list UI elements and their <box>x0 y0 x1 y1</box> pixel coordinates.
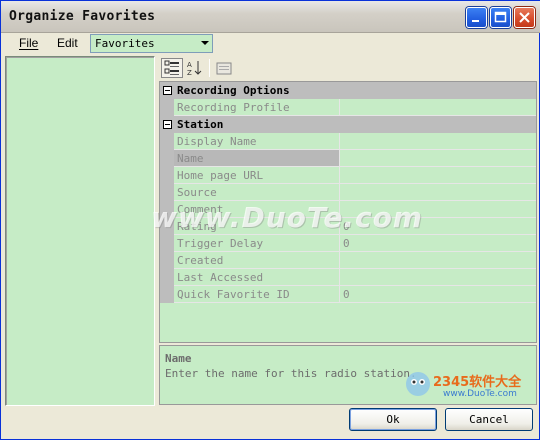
watermark-brand-text: 2345软件大全 <box>433 375 522 390</box>
property-name: Home page URL <box>177 169 264 182</box>
title-bar[interactable]: Organize Favorites <box>1 1 540 33</box>
toolbar-separator <box>209 59 210 77</box>
property-row-last-accessed[interactable]: Last Accessed <box>160 269 536 286</box>
property-row-trigger-delay[interactable]: Trigger Delay 0 <box>160 235 536 252</box>
favorites-tree-pane[interactable] <box>5 56 155 406</box>
property-row-quick-favorite-id[interactable]: Quick Favorite ID 0 <box>160 286 536 303</box>
category-label: Recording Options <box>177 84 290 97</box>
svg-text:Z: Z <box>187 69 192 76</box>
category-recording-options[interactable]: Recording Options <box>160 82 536 99</box>
property-name: Trigger Delay <box>177 237 264 250</box>
category-label: Station <box>177 118 224 131</box>
mascot-icon <box>406 372 430 396</box>
minimize-icon <box>472 20 479 22</box>
property-name: Last Accessed <box>177 271 264 284</box>
menu-edit-label: Edit <box>57 36 78 50</box>
close-button[interactable] <box>514 7 535 28</box>
property-row-source[interactable]: Source <box>160 184 536 201</box>
property-name: Quick Favorite ID <box>177 288 290 301</box>
property-pages-icon <box>216 62 232 75</box>
watermark-url-text: www.DuoTe.com <box>443 389 517 399</box>
description-text: Enter the name for this radio station. <box>165 367 417 380</box>
category-station[interactable]: Station <box>160 116 536 133</box>
property-grid-toolbar: A Z <box>159 56 537 80</box>
maximize-icon <box>494 11 507 23</box>
collapse-toggle-icon[interactable] <box>163 86 172 95</box>
organize-favorites-window: Organize Favorites File Edit Favorites A… <box>0 0 540 440</box>
chevron-down-icon <box>201 41 209 45</box>
categorized-icon <box>164 60 179 75</box>
collapse-toggle-icon[interactable] <box>163 120 172 129</box>
categorized-view-button[interactable] <box>161 58 183 78</box>
property-row-display-name[interactable]: Display Name <box>160 133 536 150</box>
view-select-value: Favorites <box>95 37 155 50</box>
property-name: Created <box>177 254 224 267</box>
property-name: Name <box>177 152 204 165</box>
sort-az-icon: A Z <box>187 61 202 76</box>
menu-edit[interactable]: Edit <box>57 36 78 50</box>
minimize-button[interactable] <box>466 7 487 28</box>
property-row-home-page-url[interactable]: Home page URL <box>160 167 536 184</box>
property-name: Display Name <box>177 135 257 148</box>
maximize-button[interactable] <box>490 7 511 28</box>
property-row-name[interactable]: Name <box>160 150 536 167</box>
svg-text:A: A <box>187 61 192 69</box>
view-select-dropdown-button[interactable] <box>198 35 212 52</box>
property-name: Source <box>177 186 217 199</box>
window-title: Organize Favorites <box>9 9 156 24</box>
description-title: Name <box>165 352 192 365</box>
property-pages-button[interactable] <box>213 58 235 78</box>
alphabetical-sort-button[interactable]: A Z <box>184 58 206 78</box>
watermark-duote: www.DuoTe.com <box>151 201 423 234</box>
watermark-2345-logo: 2345软件大全 www.DuoTe.com <box>403 365 539 425</box>
property-value: 0 <box>343 288 350 301</box>
close-icon <box>519 12 530 23</box>
property-row-recording-profile[interactable]: Recording Profile <box>160 99 536 116</box>
menu-file-label: File <box>19 36 39 50</box>
property-value: 0 <box>343 237 350 250</box>
menu-bar: File Edit Favorites <box>5 33 537 54</box>
property-row-created[interactable]: Created <box>160 252 536 269</box>
property-name: Recording Profile <box>177 101 290 114</box>
menu-file[interactable]: File <box>19 36 38 50</box>
view-select[interactable]: Favorites <box>90 34 213 53</box>
